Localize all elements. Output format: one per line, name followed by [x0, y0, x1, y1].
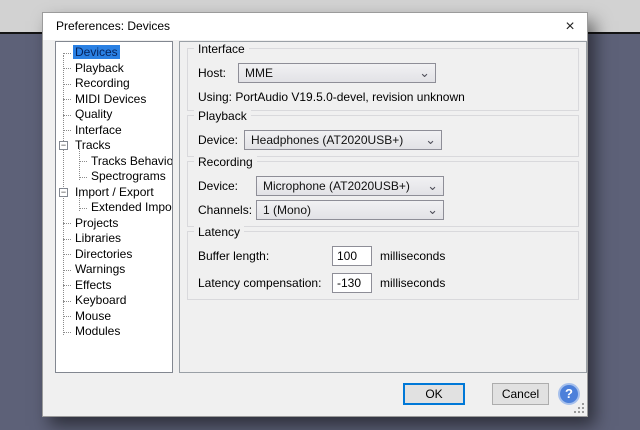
sidebar-item-libraries[interactable]: Libraries	[56, 231, 172, 247]
sidebar-item-interface[interactable]: Interface	[56, 123, 172, 139]
sidebar-item-keyboard[interactable]: Keyboard	[56, 293, 172, 309]
channels-label: Channels:	[198, 203, 250, 217]
host-dropdown[interactable]: MME ⌄	[238, 63, 436, 83]
playback-device-label: Device:	[198, 133, 238, 147]
playback-group-legend: Playback	[194, 109, 251, 123]
host-dropdown-value: MME	[245, 66, 273, 80]
interface-group: Interface Host: MME ⌄ Using: PortAudio V…	[187, 48, 579, 111]
cancel-button[interactable]: Cancel	[492, 383, 549, 405]
latency-group: Latency Buffer length: milliseconds Late…	[187, 231, 579, 300]
channels-value: 1 (Mono)	[263, 203, 311, 217]
recording-device-label: Device:	[198, 179, 250, 193]
sidebar-item-quality[interactable]: Quality	[56, 107, 172, 123]
recording-group: Recording Device: Microphone (AT2020USB+…	[187, 161, 579, 227]
sidebar-item-warnings[interactable]: Warnings	[56, 262, 172, 278]
sidebar-item-playback[interactable]: Playback	[56, 61, 172, 77]
sidebar-item-directories[interactable]: Directories	[56, 247, 172, 263]
resize-grip[interactable]	[574, 403, 584, 413]
settings-panel: Interface Host: MME ⌄ Using: PortAudio V…	[179, 41, 587, 373]
sidebar-item-spectrograms[interactable]: Spectrograms	[56, 169, 172, 185]
collapse-minus-icon[interactable]: −	[59, 188, 68, 197]
recording-device-dropdown[interactable]: Microphone (AT2020USB+) ⌄	[256, 176, 444, 196]
preferences-dialog: Preferences: Devices × Devices Playback …	[42, 12, 588, 417]
portaudio-version-text: Using: PortAudio V19.5.0-devel, revision…	[198, 90, 570, 104]
interface-group-legend: Interface	[194, 42, 249, 56]
buffer-length-label: Buffer length:	[198, 249, 326, 263]
sidebar-item-tracks-behaviors[interactable]: Tracks Behaviors	[56, 154, 172, 170]
sidebar-item-projects[interactable]: Projects	[56, 216, 172, 232]
playback-group: Playback Device: Headphones (AT2020USB+)…	[187, 115, 579, 157]
preferences-tree: Devices Playback Recording MIDI Devices …	[55, 41, 173, 373]
ok-button[interactable]: OK	[403, 383, 465, 405]
sidebar-item-tracks[interactable]: −Tracks	[56, 138, 172, 154]
latency-compensation-label: Latency compensation:	[198, 276, 326, 290]
chevron-down-icon: ⌄	[427, 202, 438, 218]
dialog-title: Preferences: Devices	[56, 13, 170, 40]
sidebar-item-extended-import[interactable]: Extended Import	[56, 200, 172, 216]
chevron-down-icon: ⌄	[425, 132, 436, 148]
playback-device-dropdown[interactable]: Headphones (AT2020USB+) ⌄	[244, 130, 442, 150]
host-label: Host:	[198, 66, 232, 80]
playback-device-value: Headphones (AT2020USB+)	[251, 133, 403, 147]
latency-compensation-unit: milliseconds	[380, 276, 445, 290]
sidebar-item-modules[interactable]: Modules	[56, 324, 172, 340]
recording-group-legend: Recording	[194, 155, 257, 169]
channels-dropdown[interactable]: 1 (Mono) ⌄	[256, 200, 444, 220]
title-bar[interactable]: Preferences: Devices ×	[43, 13, 587, 40]
sidebar-item-recording[interactable]: Recording	[56, 76, 172, 92]
sidebar-item-import-export[interactable]: −Import / Export	[56, 185, 172, 201]
latency-group-legend: Latency	[194, 225, 244, 239]
buffer-length-input[interactable]	[332, 246, 372, 266]
latency-compensation-input[interactable]	[332, 273, 372, 293]
buffer-length-unit: milliseconds	[380, 249, 445, 263]
close-icon[interactable]: ×	[559, 16, 581, 37]
help-button[interactable]: ?	[558, 383, 580, 405]
collapse-minus-icon[interactable]: −	[59, 141, 68, 150]
sidebar-item-effects[interactable]: Effects	[56, 278, 172, 294]
sidebar-item-devices[interactable]: Devices	[56, 45, 172, 61]
chevron-down-icon: ⌄	[419, 65, 430, 81]
sidebar-item-mouse[interactable]: Mouse	[56, 309, 172, 325]
chevron-down-icon: ⌄	[427, 178, 438, 194]
sidebar-item-midi-devices[interactable]: MIDI Devices	[56, 92, 172, 108]
recording-device-value: Microphone (AT2020USB+)	[263, 179, 410, 193]
